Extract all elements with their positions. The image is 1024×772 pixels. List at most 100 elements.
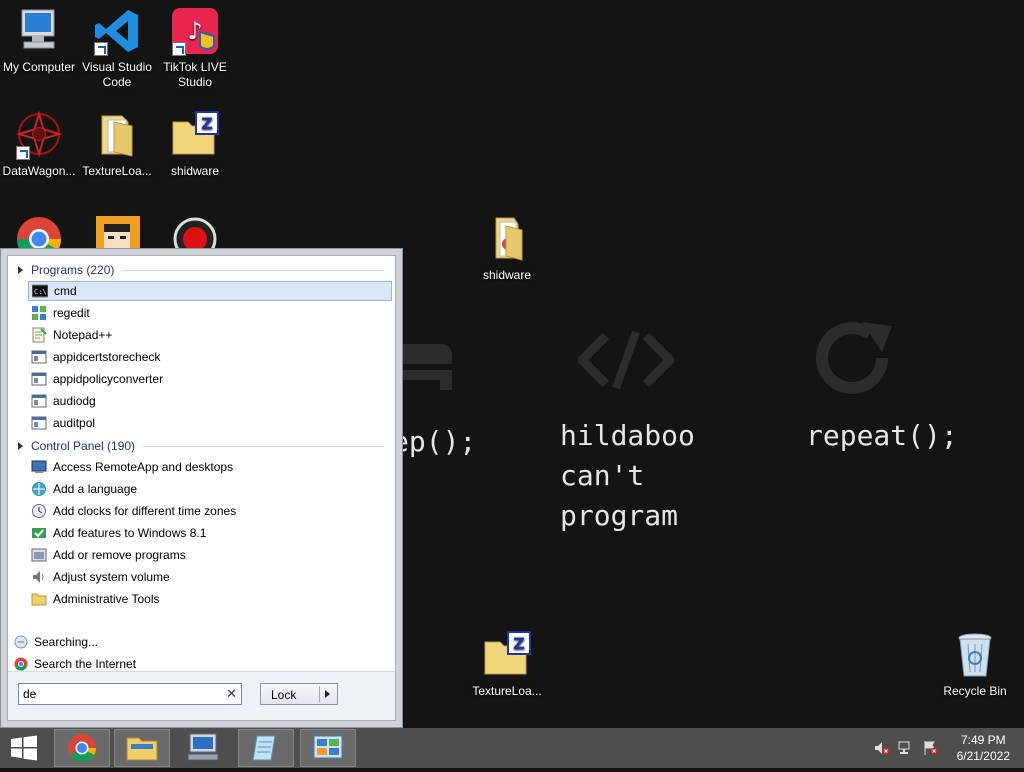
taskbar-file-explorer[interactable]	[114, 729, 170, 767]
cp-item-add-clocks[interactable]: Add clocks for different time zones	[28, 501, 392, 521]
program-item-cmd[interactable]: C:\ cmd	[28, 281, 392, 301]
folder-icon	[482, 214, 532, 264]
cmd-icon: C:\	[31, 283, 49, 299]
desktop-icon-label: DataWagon...	[2, 164, 76, 178]
wallpaper-text-center: hildaboo can't program	[560, 419, 695, 532]
wallpaper-bed-glyph	[400, 340, 452, 392]
search-progress-icon	[14, 635, 28, 649]
clock[interactable]: 7:49 PM 6/21/2022	[957, 732, 1010, 764]
cp-item-label: Add or remove programs	[53, 548, 186, 562]
desktop-icon-recycle-bin[interactable]: Recycle Bin	[936, 630, 1014, 699]
desktop-icon-datawagon[interactable]: DataWagon...	[0, 110, 78, 179]
network-icon[interactable]	[898, 740, 914, 756]
cp-item-label: Add clocks for different time zones	[53, 504, 237, 518]
vscode-icon	[92, 6, 142, 56]
searching-label: Searching...	[34, 635, 99, 649]
action-center-icon[interactable]	[922, 740, 938, 756]
taskbar-notepad[interactable]	[238, 729, 294, 767]
taskbar-control-panel[interactable]	[300, 729, 356, 767]
remote-desktop-icon	[187, 733, 219, 761]
desktop-icon-label: Recycle Bin	[943, 684, 1007, 698]
program-item-auditpol[interactable]: auditpol	[28, 413, 392, 433]
search-input[interactable]	[23, 685, 213, 703]
zip-folder-icon: Z	[482, 630, 532, 680]
program-item-audiodg[interactable]: audiodg	[28, 391, 392, 411]
program-item-label: appidpolicyconverter	[53, 372, 164, 386]
regedit-icon	[31, 305, 47, 321]
exe-icon	[31, 415, 47, 431]
notepadpp-icon	[31, 327, 47, 343]
desktop-icon-label: shidware	[170, 164, 220, 178]
desktop-icon-label: shidware	[482, 268, 532, 282]
start-button[interactable]	[0, 729, 48, 767]
program-item-label: regedit	[53, 306, 90, 320]
file-explorer-icon	[126, 737, 158, 761]
cp-item-remoteapp[interactable]: Access RemoteApp and desktops	[28, 457, 392, 477]
cp-item-label: Access RemoteApp and desktops	[53, 460, 234, 474]
cp-item-label: Add a language	[53, 482, 138, 496]
taskbar: 7:49 PM 6/21/2022	[0, 728, 1024, 768]
desktop-icon-tiktok-live[interactable]: ♪ TikTok LIVE Studio	[156, 6, 234, 90]
cp-item-label: Administrative Tools	[53, 592, 160, 606]
taskbar-chrome[interactable]	[54, 729, 110, 767]
start-menu-footer: ✕ Lock	[8, 671, 395, 720]
lock-button-label: Lock	[271, 688, 297, 702]
zip-folder-icon: Z	[170, 110, 220, 160]
program-item-label: Notepad++	[53, 328, 113, 342]
svg-text:C:\: C:\	[34, 288, 47, 296]
wallpaper-text-left: ep();	[392, 425, 477, 458]
cp-item-add-remove-programs[interactable]: Add or remove programs	[28, 545, 392, 565]
desktop-icon-label: TikTok LIVE Studio	[163, 60, 227, 89]
search-box[interactable]: ✕	[18, 683, 242, 705]
control-panel-header-label: Control Panel (190)	[31, 439, 136, 453]
expand-arrow-icon	[18, 442, 23, 450]
clear-search-icon[interactable]: ✕	[226, 686, 237, 702]
cp-item-label: Add features to Windows 8.1	[53, 526, 207, 540]
computer-icon	[14, 6, 64, 56]
wallpaper-code-glyph	[575, 330, 677, 390]
cp-item-adjust-volume[interactable]: Adjust system volume	[28, 567, 392, 587]
programs-group-header[interactable]: Programs (220)	[18, 261, 383, 279]
datawagon-icon	[14, 110, 64, 160]
taskbar-remote-desktop[interactable]	[176, 729, 232, 767]
exe-icon	[31, 349, 47, 365]
volume-icon	[31, 569, 47, 585]
start-menu: Programs (220) C:\ cmd regedit Notepad++	[0, 248, 403, 728]
recycle-bin-icon	[950, 630, 1000, 680]
cp-item-add-features[interactable]: Add features to Windows 8.1	[28, 523, 392, 543]
wallpaper-text-right: repeat();	[806, 419, 958, 452]
program-item-appidcertstorecheck[interactable]: appidcertstorecheck	[28, 347, 392, 367]
program-item-label: audiodg	[53, 394, 96, 408]
exe-icon	[31, 393, 47, 409]
desktop-icon-shidware-zip[interactable]: Z shidware	[156, 110, 234, 179]
control-panel-group-header[interactable]: Control Panel (190)	[18, 437, 383, 455]
volume-muted-icon[interactable]	[874, 740, 890, 756]
program-item-notepadpp[interactable]: Notepad++	[28, 325, 392, 345]
desktop-icon-vscode[interactable]: Visual Studio Code	[78, 6, 156, 90]
search-internet-label: Search the Internet	[34, 657, 137, 671]
program-item-regedit[interactable]: regedit	[28, 303, 392, 323]
folder-icon	[31, 591, 47, 607]
programs-header-label: Programs (220)	[31, 263, 115, 277]
notepad-icon	[252, 735, 276, 761]
remoteapp-icon	[31, 459, 47, 475]
desktop-icon-label: TextureLoa...	[82, 164, 152, 178]
desktop-icon-shidware-folder[interactable]: shidware	[468, 214, 546, 283]
features-icon	[31, 525, 47, 541]
cp-item-administrative-tools[interactable]: Administrative Tools	[28, 589, 392, 609]
programs-icon	[31, 547, 47, 563]
cp-item-add-language[interactable]: Add a language	[28, 479, 392, 499]
control-panel-icon	[313, 735, 343, 759]
desktop-icon-my-computer[interactable]: My Computer	[0, 6, 78, 75]
cp-item-label: Adjust system volume	[53, 570, 170, 584]
power-options-arrow-icon[interactable]	[325, 690, 330, 698]
desktop-icon-textureloa-folder[interactable]: TextureLoa...	[78, 110, 156, 179]
clock-date: 6/21/2022	[956, 749, 1010, 763]
clock-time: 7:49 PM	[960, 733, 1006, 747]
desktop-icon-textureloa-zip[interactable]: Z TextureLoa...	[468, 630, 546, 699]
desktop-icon-label: TextureLoa...	[472, 684, 542, 698]
lock-button[interactable]: Lock	[260, 683, 338, 705]
program-item-appidpolicyconverter[interactable]: appidpolicyconverter	[28, 369, 392, 389]
svg-text:Z: Z	[513, 634, 525, 653]
start-menu-results: Programs (220) C:\ cmd regedit Notepad++	[7, 255, 396, 721]
